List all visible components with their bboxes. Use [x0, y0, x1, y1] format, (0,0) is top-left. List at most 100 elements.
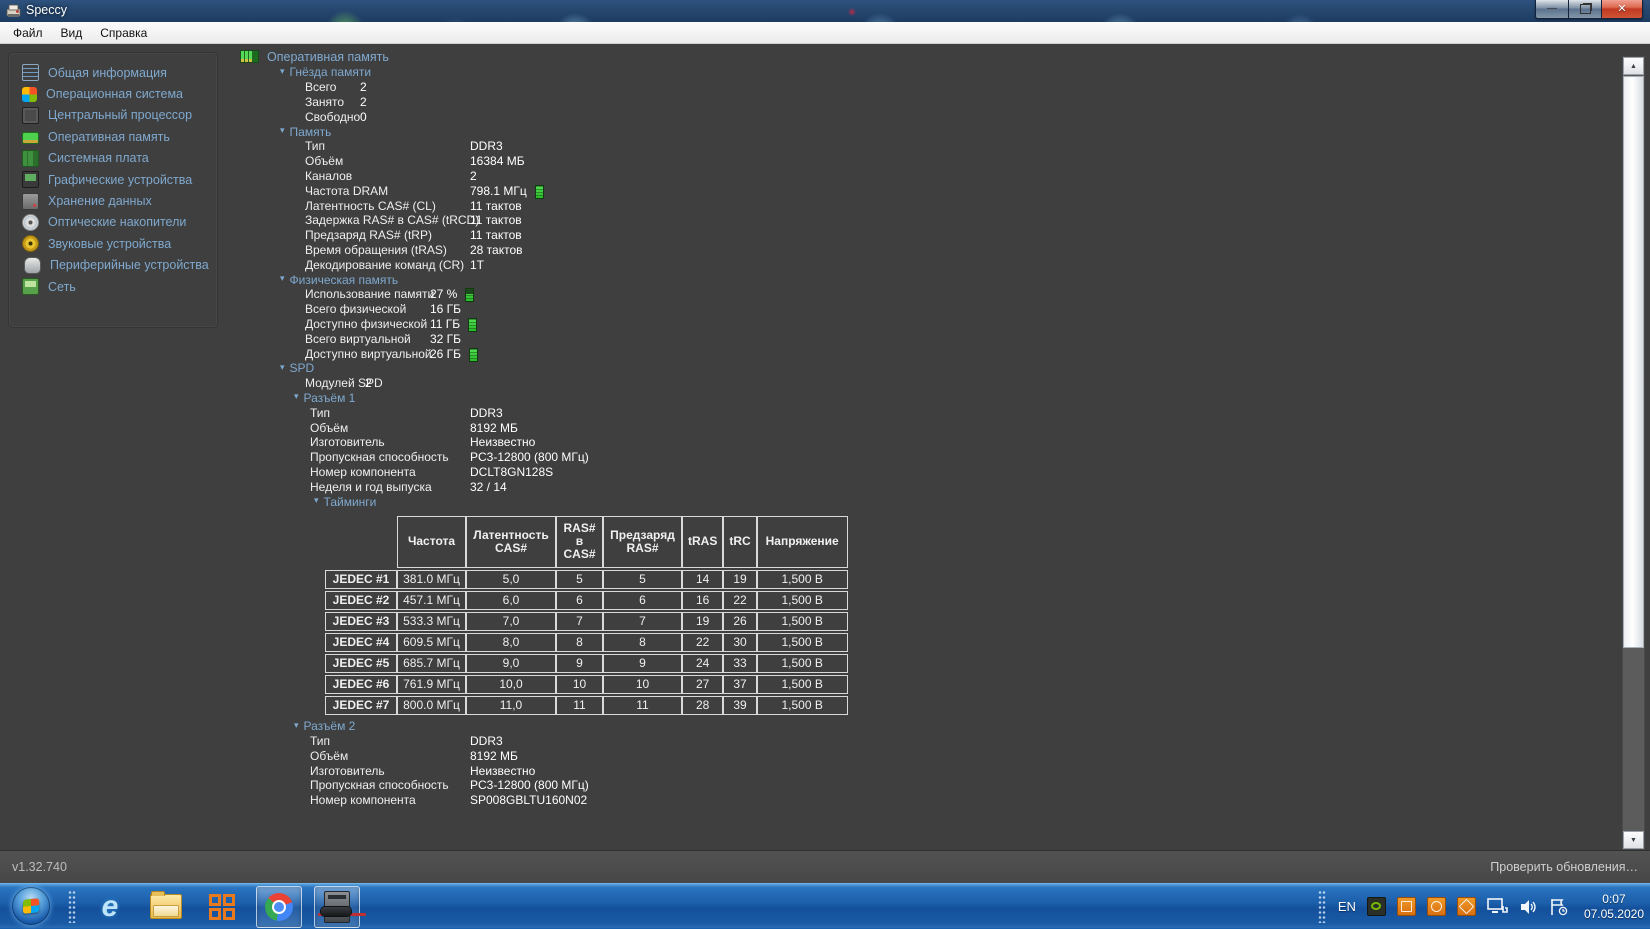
sidebar-item[interactable]: Оперативная память	[9, 126, 217, 147]
kv-label: Объём	[305, 154, 470, 168]
language-indicator[interactable]: EN	[1338, 899, 1356, 914]
sidebar-item[interactable]: Операционная система	[9, 83, 217, 104]
section-header[interactable]: ▾Разъём 2	[228, 719, 1613, 734]
taskbar-app-button[interactable]: e	[88, 887, 132, 927]
close-button[interactable]: ✕	[1601, 0, 1643, 19]
timings-cell: 609.5 МГц	[397, 633, 466, 652]
section-header[interactable]: ▾Память	[228, 124, 1613, 139]
sidebar-item[interactable]: Оптические накопители	[9, 212, 217, 233]
section-header[interactable]: ▾Тайминги	[228, 494, 1613, 509]
content-pane: Оперативная память▾Гнёзда памятиВсего2За…	[228, 48, 1613, 850]
tray-app-3-icon[interactable]	[1457, 897, 1476, 916]
sidebar-item-label: Звуковые устройства	[48, 237, 171, 251]
section-header[interactable]: ▾Физическая память	[228, 272, 1613, 287]
section-header[interactable]: ▾Гнёзда памяти	[228, 65, 1613, 80]
kv-label: Пропускная способность	[310, 778, 470, 792]
tray-app-1-icon[interactable]	[1397, 897, 1416, 916]
tray-grip[interactable]	[1318, 890, 1326, 923]
menu-item-3[interactable]: Справка	[91, 23, 156, 43]
kv-row: Всего2	[228, 80, 1613, 95]
network-icon	[22, 278, 39, 295]
nvidia-tray-icon[interactable]	[1367, 897, 1386, 916]
kv-value: 27 %	[430, 287, 457, 301]
sidebar-nav: Общая информацияОперационная системаЦент…	[8, 52, 218, 328]
gauge-icon	[535, 185, 544, 199]
optical-drive-icon	[22, 214, 39, 231]
timings-cell: 381.0 МГц	[397, 570, 466, 589]
sidebar-item[interactable]: Звуковые устройства	[9, 233, 217, 254]
timings-row: JEDEC #4609.5 МГц8,08822301,500 В	[325, 633, 848, 652]
timings-cell: 19	[682, 612, 723, 631]
vertical-scrollbar[interactable]: ▲ ▼	[1622, 56, 1645, 850]
taskbar-app-button[interactable]	[314, 886, 360, 928]
volume-tray-icon[interactable]	[1520, 898, 1538, 916]
timings-row: JEDEC #5685.7 МГц9,09924331,500 В	[325, 654, 848, 673]
timings-cell: 1,500 В	[757, 612, 848, 631]
section-header[interactable]: ▾Разъём 1	[228, 391, 1613, 406]
taskbar: e EN 0:07 07.05.2020	[0, 883, 1650, 928]
action-center-flag-icon[interactable]	[1549, 898, 1569, 916]
minimize-button[interactable]: —	[1535, 0, 1568, 19]
check-updates-link[interactable]: Проверить обновления…	[1490, 860, 1638, 874]
kv-label: Задержка RAS# в CAS# (tRCD)	[305, 213, 470, 227]
timings-cell: 14	[682, 570, 723, 589]
kv-row: Неделя и год выпуска32 / 14	[228, 479, 1613, 494]
timings-cell: 8,0	[466, 633, 556, 652]
section-title: Гнёзда памяти	[290, 65, 372, 79]
menu-item-2[interactable]: Вид	[52, 23, 92, 43]
ms-office-icon	[209, 894, 235, 920]
menu-item-1[interactable]: Файл	[4, 23, 52, 43]
sidebar-item[interactable]: Общая информация	[9, 62, 217, 83]
section-header[interactable]: ▾SPD	[228, 361, 1613, 376]
timings-col-header: tRC	[723, 516, 756, 568]
timings-cell: 7	[556, 612, 603, 631]
network-tray-icon[interactable]	[1487, 898, 1509, 916]
kv-label: Доступно виртуальной	[305, 347, 430, 361]
timings-header-row: ЧастотаЛатентность CAS#RAS# в CAS#Предза…	[325, 516, 848, 568]
taskbar-app-button[interactable]	[144, 887, 188, 927]
collapse-arrow-icon: ▾	[280, 273, 285, 284]
cpu-icon	[22, 107, 39, 124]
kv-row: ИзготовительНеизвестно	[228, 435, 1613, 450]
sidebar-item[interactable]: Сеть	[9, 276, 217, 297]
taskbar-grip[interactable]	[68, 890, 76, 923]
sidebar-item[interactable]: Периферийные устройства	[9, 255, 217, 276]
timings-cell: 7,0	[466, 612, 556, 631]
peripherals-icon	[24, 257, 41, 274]
kv-value: 798.1 МГц	[470, 184, 527, 198]
kv-row: ТипDDR3	[228, 139, 1613, 154]
kv-label: Декодирование команд (CR)	[305, 258, 470, 272]
scroll-down-button[interactable]: ▼	[1623, 831, 1644, 849]
scroll-thumb[interactable]	[1623, 76, 1644, 648]
kv-label: Изготовитель	[310, 435, 470, 449]
restore-button[interactable]	[1568, 0, 1601, 19]
taskbar-clock[interactable]: 0:07 07.05.2020	[1584, 892, 1644, 922]
taskbar-app-button[interactable]	[200, 887, 244, 927]
kv-value: 32 / 14	[470, 480, 507, 494]
page-title: Оперативная память	[228, 48, 1613, 65]
start-button[interactable]	[12, 887, 50, 925]
sidebar-item[interactable]: Системная плата	[9, 148, 217, 169]
timings-cell: 39	[723, 696, 756, 715]
timings-cell: 22	[682, 633, 723, 652]
kv-label: Доступно физической	[305, 317, 430, 331]
page-title-text: Оперативная память	[267, 50, 389, 64]
tray-app-2-icon[interactable]	[1427, 897, 1446, 916]
timings-cell: 685.7 МГц	[397, 654, 466, 673]
kv-row: ТипDDR3	[228, 405, 1613, 420]
timings-cell: 6	[603, 591, 682, 610]
kv-row: Объём8192 МБ	[228, 749, 1613, 764]
taskbar-app-button[interactable]	[256, 886, 302, 928]
timings-row: JEDEC #6761.9 МГц10,0101027371,500 В	[325, 675, 848, 694]
sidebar-item[interactable]: Хранение данных	[9, 190, 217, 211]
scroll-up-button[interactable]: ▲	[1623, 57, 1644, 75]
kv-value: Неизвестно	[470, 435, 535, 449]
sidebar-item[interactable]: Центральный процессор	[9, 105, 217, 126]
kv-value: DDR3	[470, 406, 503, 420]
timings-col-header: Предзаряд RAS#	[603, 516, 682, 568]
kv-value: 8192 МБ	[470, 749, 518, 763]
timings-cell: 761.9 МГц	[397, 675, 466, 694]
sidebar-item[interactable]: Графические устройства	[9, 169, 217, 190]
timings-cell: 33	[723, 654, 756, 673]
kv-label: Латентность CAS# (CL)	[305, 199, 470, 213]
